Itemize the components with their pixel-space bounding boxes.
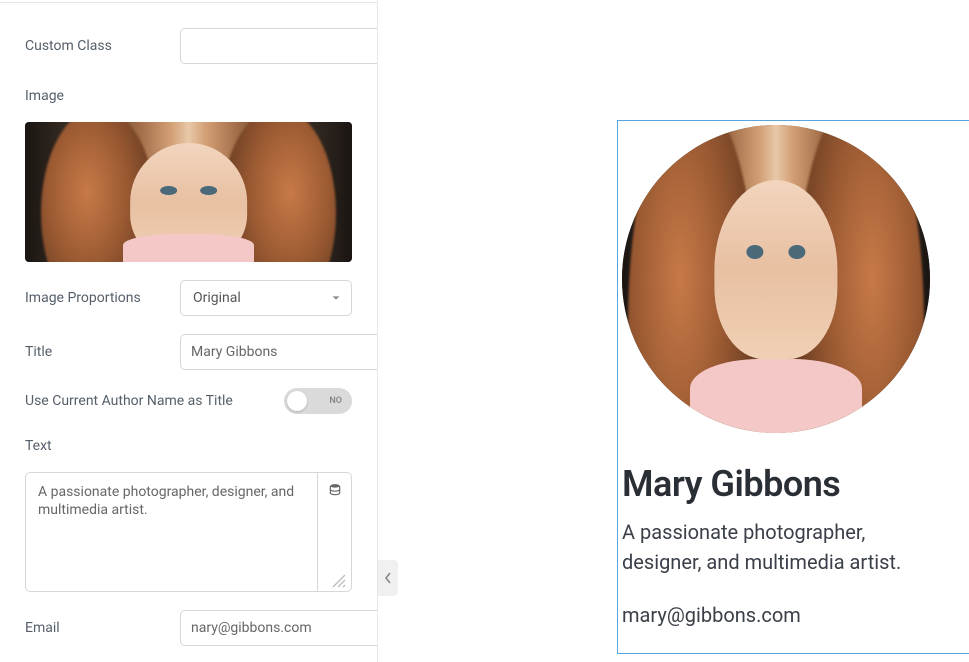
title-row: Title bbox=[25, 334, 352, 370]
face-shape bbox=[714, 180, 837, 359]
title-input[interactable] bbox=[181, 335, 378, 369]
toggle-state-label: NO bbox=[329, 396, 342, 406]
chevron-down-icon bbox=[321, 281, 351, 315]
shirt-shape bbox=[690, 359, 863, 433]
preview-text: A passionate photographer, designer, and… bbox=[622, 517, 942, 577]
chevron-left-icon bbox=[384, 572, 392, 584]
email-input[interactable] bbox=[181, 611, 378, 645]
email-control[interactable] bbox=[180, 610, 378, 646]
title-label: Title bbox=[25, 344, 180, 360]
preview-card[interactable]: Mary Gibbons A passionate photographer, … bbox=[617, 120, 969, 654]
preview-email: mary@gibbons.com bbox=[622, 603, 969, 627]
text-textarea[interactable] bbox=[26, 473, 317, 591]
collapse-panel-button[interactable] bbox=[378, 560, 398, 596]
image-preview[interactable] bbox=[25, 122, 352, 262]
preview-avatar bbox=[622, 125, 930, 433]
title-control[interactable] bbox=[180, 334, 378, 370]
email-row: Email bbox=[25, 610, 352, 646]
image-proportions-select[interactable]: Original bbox=[180, 280, 352, 316]
shirt-shape bbox=[123, 234, 254, 262]
image-label: Image bbox=[25, 88, 352, 104]
toggle-knob bbox=[287, 391, 307, 411]
image-proportions-label: Image Proportions bbox=[25, 290, 180, 306]
image-proportions-value: Original bbox=[181, 281, 321, 315]
custom-class-label: Custom Class bbox=[25, 38, 180, 54]
custom-class-control[interactable] bbox=[180, 28, 378, 64]
use-author-name-label: Use Current Author Name as Title bbox=[25, 393, 284, 409]
database-icon bbox=[328, 483, 342, 497]
settings-panel: Custom Class Image Image Proportions Ori… bbox=[0, 0, 378, 662]
image-proportions-row: Image Proportions Original bbox=[25, 280, 352, 316]
preview-title: Mary Gibbons bbox=[622, 463, 969, 505]
use-author-name-toggle[interactable]: NO bbox=[284, 388, 352, 414]
text-control bbox=[25, 472, 352, 592]
custom-class-row: Custom Class bbox=[25, 28, 352, 64]
resize-handle-icon[interactable] bbox=[331, 573, 347, 589]
custom-class-input[interactable] bbox=[181, 29, 378, 63]
email-label: Email bbox=[25, 620, 180, 636]
text-label: Text bbox=[25, 438, 352, 454]
use-author-name-row: Use Current Author Name as Title NO bbox=[25, 388, 352, 414]
